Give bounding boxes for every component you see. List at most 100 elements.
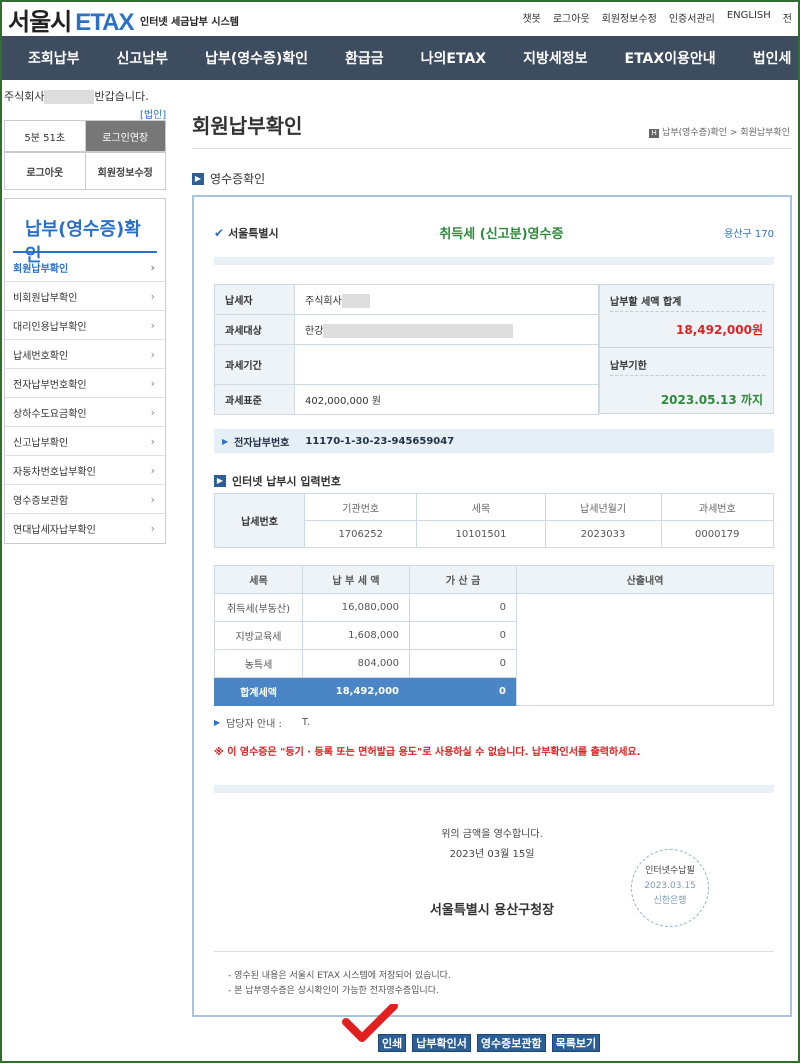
chevron-right-icon: › xyxy=(150,522,155,535)
sidebar-item-label: 대리인용납부확인 xyxy=(13,321,87,333)
sidebar-item-label: 신고납부확인 xyxy=(13,437,69,449)
chevron-right-icon: › xyxy=(150,347,155,361)
nav-local-tax-info[interactable]: 지방세정보 xyxy=(523,48,587,68)
sidebar-item-label: 전자납부번호확인 xyxy=(13,379,87,391)
chevron-right-icon: › xyxy=(150,405,155,419)
nav-receipt-check[interactable]: 납부(영수증)확인 xyxy=(205,48,308,68)
epay-row: ▶ 전자납부번호 11170-1-30-23-945659047 xyxy=(214,429,774,453)
notes-divider xyxy=(214,951,774,952)
stamp-line2: 2023.03.15 xyxy=(644,881,696,891)
corp-badge: [법인] xyxy=(140,110,167,121)
sidebar-item-epay[interactable]: 전자납부번호확인 › xyxy=(5,369,165,398)
due-value: 2023.05.13 까지 xyxy=(660,393,763,407)
sidebar-item-receipt-box[interactable]: 영수증보관함 › xyxy=(5,485,165,514)
util-chatbot[interactable]: 챗봇 xyxy=(522,10,540,25)
logo-text: 서울시 xyxy=(8,9,72,36)
amount-header: 가 산 금 xyxy=(409,565,517,594)
taxno-label: 납세번호 xyxy=(214,493,305,548)
sum-value: 18,492,000원 xyxy=(676,323,763,337)
note-line: - 본 납부영수증은 상시확인이 가능한 전자영수증입니다. xyxy=(228,986,439,996)
nav-etax-guide[interactable]: ETAX이용안내 xyxy=(625,48,716,68)
triangle-right-icon: ▶ xyxy=(214,718,221,727)
logout-button[interactable]: 로그아웃 xyxy=(5,153,86,189)
receipt-notes: - 영수된 내용은 서울시 ETAX 시스템에 저장되어 있습니다. - 본 납… xyxy=(228,969,451,999)
payment-certificate-button[interactable]: 납부확인서 xyxy=(412,1034,471,1052)
inet-label: 인터넷 납부시 입력번호 xyxy=(232,475,341,488)
redacted-name xyxy=(44,90,95,104)
sidebar-item-label: 연대납세자납부확인 xyxy=(13,525,96,536)
period-value xyxy=(294,344,599,385)
receipt-band xyxy=(214,257,774,265)
amount-header: 세목 xyxy=(214,565,303,594)
sidebar-item-agent-pay[interactable]: 대리인용납부확인 › xyxy=(5,311,165,340)
sidebar-item-nonmember-pay[interactable]: 비회원납부확인 › xyxy=(5,282,165,311)
tax-item-name: 지방교육세 xyxy=(214,621,303,650)
tax-item-amount: 804,000 xyxy=(302,649,410,678)
extend-login-button[interactable]: 로그인연장 xyxy=(85,121,165,151)
taxpayer-name: 주식회사 xyxy=(305,295,342,307)
summary-divider xyxy=(600,347,773,348)
site-logo[interactable]: 서울시 ETAX xyxy=(8,2,134,37)
nav-lookup-pay[interactable]: 조회납부 xyxy=(28,48,80,68)
util-overflow[interactable]: 전 xyxy=(783,10,792,25)
nav-my-etax[interactable]: 나의ETAX xyxy=(421,48,486,68)
tax-item-name: 농특세 xyxy=(214,649,303,678)
sidebar-item-joint[interactable]: 연대납세자납부확인 › xyxy=(5,514,165,543)
triangle-right-icon: ▶ xyxy=(222,436,229,446)
sidebar-item-label: 회원납부확인 xyxy=(13,263,69,275)
taxno-header: 기관번호 xyxy=(303,493,418,521)
list-button[interactable]: 목록보기 xyxy=(551,1034,601,1052)
taxno-header: 납세년월기 xyxy=(544,493,662,521)
city-name: 서울특별시 xyxy=(228,226,279,240)
label-taxpayer: 납세자 xyxy=(214,284,295,315)
inet-header: ▶ 인터넷 납부시 입력번호 xyxy=(214,473,341,489)
chevron-right-icon: › xyxy=(150,463,155,477)
util-cert[interactable]: 인증서관리 xyxy=(669,10,715,25)
chevron-right-icon: › xyxy=(150,260,155,274)
sidebar-item-vehicle[interactable]: 자동차번호납부확인 › xyxy=(5,456,165,485)
print-button[interactable]: 인쇄 xyxy=(378,1034,407,1052)
stamp-line3: 신한은행 xyxy=(653,896,687,906)
receipt-box-button[interactable]: 영수증보관함 xyxy=(476,1034,546,1052)
sidebar-item-taxno[interactable]: 납세번호확인 › xyxy=(5,340,165,369)
sidebar-item-label: 상하수도요금확인 xyxy=(13,408,87,420)
title-divider xyxy=(192,148,792,149)
sidebar-item-label: 자동차번호납부확인 xyxy=(13,466,96,478)
util-profile[interactable]: 회원정보수정 xyxy=(602,10,657,25)
session-box: 5분 51초 로그인연장 xyxy=(4,120,166,152)
total-amount: 18,492,000 xyxy=(302,677,410,706)
total-extra: 0 xyxy=(409,677,517,706)
dash-divider xyxy=(610,311,765,312)
label-period: 과세기간 xyxy=(214,344,295,385)
greeting: 주식회사 반갑습니다. xyxy=(4,88,149,104)
taxno-header: 세목 xyxy=(416,493,546,521)
sidebar-item-water[interactable]: 상하수도요금확인 › xyxy=(5,398,165,427)
taxpayer-table: 납세자 주식회사 과세대상 한강 과세기간 과세표준 402,000,000 원 xyxy=(214,284,599,415)
standard-value: 402,000,000 원 xyxy=(294,384,599,415)
taxno-value: 2023033 xyxy=(544,520,662,548)
nav-refund[interactable]: 환급금 xyxy=(345,48,384,68)
contact-info: ▶ 담당자 안내 : T. xyxy=(214,715,310,730)
label-object: 과세대상 xyxy=(214,314,295,345)
sidebar-item-report[interactable]: 신고납부확인 › xyxy=(5,427,165,456)
section-bullet-icon: ▶ xyxy=(214,475,226,487)
taxpayer-value: 주식회사 xyxy=(294,284,599,315)
util-english[interactable]: ENGLISH xyxy=(727,10,771,25)
nav-report-pay[interactable]: 신고납부 xyxy=(117,48,169,68)
tax-item-extra: 0 xyxy=(409,621,517,650)
payment-stamp: 인터넷수납필 2023.03.15 신한은행 xyxy=(631,849,709,927)
chevron-right-icon: › xyxy=(150,376,155,390)
receipt-title: 취득세 (신고분)영수증 xyxy=(439,227,564,242)
sidebar-item-label: 비회원납부확인 xyxy=(13,292,78,304)
amount-table: 세목 납 부 세 액 가 산 금 산출내역 취득세(부동산) 16,080,00… xyxy=(214,565,774,706)
home-icon[interactable]: H xyxy=(649,129,660,138)
edit-profile-button[interactable]: 회원정보수정 xyxy=(86,153,166,189)
util-logout[interactable]: 로그아웃 xyxy=(553,10,590,25)
nav-corporate[interactable]: 법인세 xyxy=(753,48,792,68)
tax-item-name: 취득세(부동산) xyxy=(214,593,303,622)
session-timer: 5분 51초 xyxy=(5,121,86,151)
receipt-panel: ✔ 서울특별시 취득세 (신고분)영수증 용산구 170 납세자 주식회사 과세대상… xyxy=(192,195,792,1017)
greeting-prefix: 주식회사 xyxy=(4,90,45,103)
object-value: 한강 xyxy=(294,314,599,345)
total-label: 합계세액 xyxy=(214,677,303,706)
